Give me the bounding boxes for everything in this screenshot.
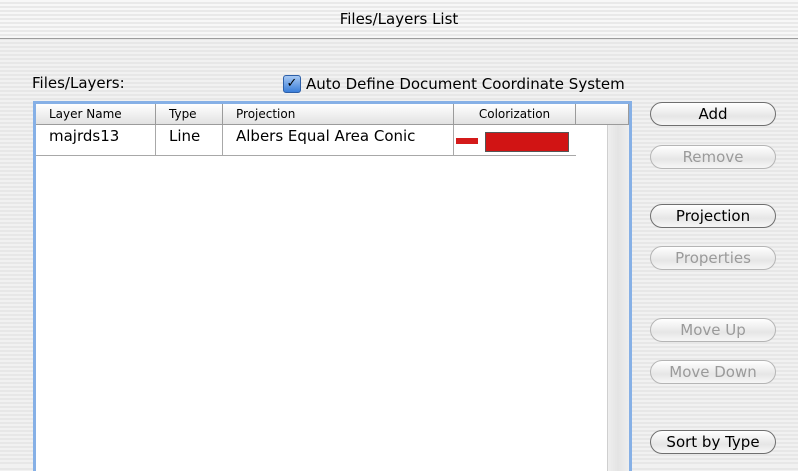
auto-define-checkbox[interactable]: ✓ <box>283 75 301 93</box>
files-layers-label: Files/Layers: <box>32 74 125 92</box>
sort-by-type-button[interactable]: Sort by Type <box>650 430 776 454</box>
column-header-colorization[interactable]: Colorization <box>454 104 576 125</box>
window-title: Files/Layers List <box>0 0 798 39</box>
column-header-type[interactable]: Type <box>156 104 223 125</box>
add-button[interactable]: Add <box>650 102 776 126</box>
column-header-layer-name[interactable]: Layer Name <box>36 104 156 125</box>
cell-projection: Albers Equal Area Conic <box>223 125 454 156</box>
remove-button[interactable]: Remove <box>650 145 776 169</box>
move-up-button[interactable]: Move Up <box>650 318 776 342</box>
cell-layer-name: majrds13 <box>36 125 156 156</box>
column-header-projection[interactable]: Projection <box>223 104 454 125</box>
line-style-swatch <box>456 138 478 144</box>
column-header-spacer <box>576 104 629 125</box>
auto-define-label: Auto Define Document Coordinate System <box>306 75 625 93</box>
properties-button[interactable]: Properties <box>650 246 776 270</box>
move-down-button[interactable]: Move Down <box>650 360 776 384</box>
layers-table[interactable]: Layer Name Type Projection Colorization … <box>33 101 632 471</box>
color-swatch[interactable] <box>485 132 569 152</box>
cell-type: Line <box>156 125 223 156</box>
vertical-scrollbar[interactable] <box>607 125 629 471</box>
checkmark-icon: ✓ <box>286 76 298 91</box>
projection-button[interactable]: Projection <box>650 204 776 228</box>
